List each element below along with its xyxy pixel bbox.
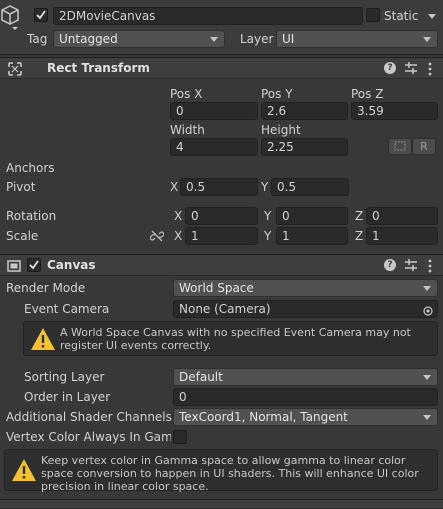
more-options-icon[interactable] — [427, 61, 433, 77]
rotation-label: Rotation — [6, 209, 57, 223]
active-toggle-checkbox[interactable] — [34, 8, 48, 22]
rotation-x-letter: X — [174, 209, 183, 223]
pos-x-label: Pos X — [170, 87, 203, 101]
event-camera-value: None (Camera) — [179, 302, 271, 316]
raw-edit-button[interactable]: R — [412, 138, 436, 155]
static-checkbox[interactable] — [366, 8, 380, 22]
scale-z-letter: Z — [355, 229, 364, 243]
width-label: Width — [170, 123, 205, 137]
width-field[interactable]: 4 — [170, 138, 258, 156]
layer-label: Layer — [240, 32, 274, 46]
shader-channels-dropdown[interactable]: TexCoord1, Normal, Tangent — [173, 408, 438, 426]
pivot-y-letter: Y — [261, 180, 269, 194]
pos-z-field[interactable]: 3.59 — [351, 102, 438, 120]
rotation-x-field[interactable]: 0 — [185, 207, 258, 225]
layer-dropdown[interactable]: UI — [276, 30, 438, 48]
chevron-down-icon — [210, 37, 218, 42]
constrain-proportions-link-icon[interactable] — [149, 229, 165, 243]
event-camera-warning-text: A World Space Canvas with no specified E… — [60, 326, 411, 352]
vertex-color-info-box: Keep vertex color in Gamma space to allo… — [4, 449, 438, 493]
rotation-z-field[interactable]: 0 — [366, 207, 438, 225]
sorting-layer-value: Default — [179, 370, 223, 384]
static-label: Static — [384, 9, 419, 23]
pivot-x-letter: X — [170, 180, 179, 194]
warning-icon — [12, 459, 36, 481]
sorting-layer-label: Sorting Layer — [24, 370, 105, 384]
pos-y-label: Pos Y — [261, 87, 293, 101]
pos-x-field[interactable]: 0 — [170, 102, 258, 120]
vertex-color-gamma-label: Vertex Color Always In Gamm — [6, 430, 171, 444]
blueprint-mode-button[interactable] — [388, 138, 412, 155]
presets-icon[interactable] — [404, 61, 418, 75]
tag-dropdown[interactable]: Untagged — [53, 30, 225, 48]
scale-y-field[interactable]: 1 — [276, 227, 348, 245]
render-mode-value: World Space — [179, 281, 254, 295]
pos-y-field[interactable]: 2.6 — [261, 102, 348, 120]
help-icon[interactable]: ? — [384, 259, 396, 271]
canvas-enabled-checkbox[interactable] — [27, 258, 41, 272]
more-options-icon[interactable] — [427, 258, 433, 274]
static-dropdown-arrow-icon[interactable] — [428, 14, 436, 19]
layer-value: UI — [282, 32, 295, 46]
tag-label: Tag — [27, 32, 48, 46]
chevron-down-icon — [423, 375, 431, 380]
object-header: 2DMovieCanvas Static Tag Untagged Layer … — [0, 0, 443, 55]
pivot-y-field[interactable]: 0.5 — [271, 178, 349, 196]
vertex-color-gamma-checkbox[interactable] — [173, 430, 187, 444]
rect-transform-header[interactable]: Rect Transform ? — [0, 57, 443, 79]
rotation-y-field[interactable]: 0 — [276, 207, 348, 225]
chevron-down-icon — [423, 415, 431, 420]
scale-x-letter: X — [174, 229, 183, 243]
canvas-title: Canvas — [47, 258, 96, 272]
pivot-label: Pivot — [6, 180, 36, 194]
rect-transform-icon — [8, 62, 22, 76]
scale-z-field[interactable]: 1 — [366, 227, 438, 245]
rotation-y-letter: Y — [264, 209, 272, 223]
object-name-field[interactable]: 2DMovieCanvas — [53, 7, 363, 25]
height-field[interactable]: 2.25 — [261, 138, 348, 156]
scale-label: Scale — [6, 229, 39, 243]
pivot-x-field[interactable]: 0.5 — [180, 178, 258, 196]
order-in-layer-field[interactable]: 0 — [173, 388, 438, 406]
shader-channels-label: Additional Shader Channels — [6, 410, 172, 424]
render-mode-dropdown[interactable]: World Space — [173, 279, 438, 297]
event-camera-label: Event Camera — [24, 302, 110, 316]
gameobject-icon — [0, 4, 20, 30]
event-camera-field[interactable]: None (Camera) — [173, 300, 438, 318]
canvas-component-icon — [7, 259, 21, 273]
next-component-header[interactable] — [0, 499, 443, 509]
order-in-layer-label: Order in Layer — [24, 390, 111, 404]
event-camera-warning-box: A World Space Canvas with no specified E… — [23, 321, 438, 356]
chevron-down-icon — [423, 37, 431, 42]
anchors-label[interactable]: Anchors — [6, 160, 55, 176]
scale-y-letter: Y — [264, 229, 272, 243]
rect-transform-title: Rect Transform — [47, 61, 150, 75]
presets-icon[interactable] — [404, 258, 418, 272]
height-label: Height — [261, 123, 301, 137]
sorting-layer-dropdown[interactable]: Default — [173, 368, 438, 386]
help-icon[interactable]: ? — [384, 62, 396, 74]
tag-value: Untagged — [59, 32, 118, 46]
warning-icon — [31, 328, 55, 350]
rotation-z-letter: Z — [355, 209, 364, 223]
object-picker-icon[interactable] — [423, 304, 433, 316]
scale-x-field[interactable]: 1 — [185, 227, 258, 245]
render-mode-label: Render Mode — [6, 281, 86, 295]
vertex-color-info-text: Keep vertex color in Gamma space to allo… — [41, 454, 419, 493]
canvas-header[interactable]: Canvas ? — [0, 254, 443, 276]
shader-channels-value: TexCoord1, Normal, Tangent — [179, 410, 348, 424]
chevron-down-icon — [423, 286, 431, 291]
pos-z-label: Pos Z — [351, 87, 384, 101]
